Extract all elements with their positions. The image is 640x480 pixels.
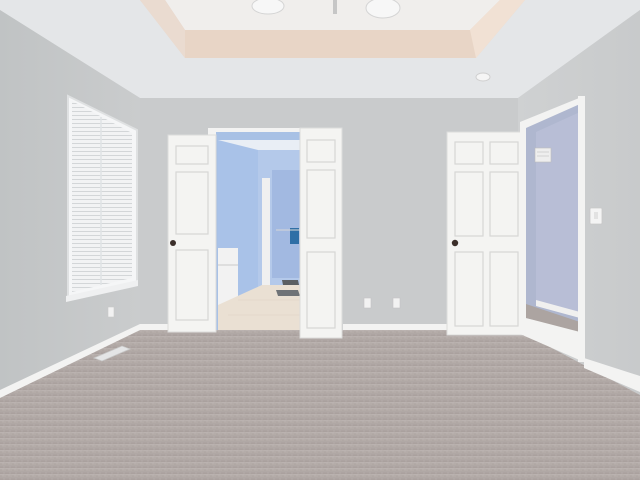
hallway-frame: [578, 96, 585, 362]
bath-mat: [276, 290, 300, 296]
room-illustration: [0, 0, 640, 480]
window: [66, 94, 138, 302]
smoke-detector-icon: [475, 72, 491, 82]
window-blinds: [72, 101, 132, 292]
bathroom-door-right[interactable]: [299, 127, 343, 339]
closet-door[interactable]: [446, 131, 527, 336]
bathroom-doorway: [208, 128, 308, 330]
baseboard-back-mid: [343, 324, 447, 330]
electrical-outlet-icon: [392, 297, 401, 309]
tray-ceiling-inner: [165, 0, 500, 30]
hallway-opening: [520, 96, 584, 362]
air-vent-icon: [534, 147, 552, 163]
electrical-outlet-icon: [107, 306, 115, 318]
carpet-floor: [0, 330, 640, 480]
bathroom-door-left[interactable]: [167, 134, 217, 333]
bedroom-photo: [0, 0, 640, 480]
electrical-outlet-icon: [363, 297, 372, 309]
door-knob-closet[interactable]: [451, 239, 459, 247]
baseboard-back-left: [140, 324, 168, 330]
door-knob-left[interactable]: [170, 240, 176, 246]
